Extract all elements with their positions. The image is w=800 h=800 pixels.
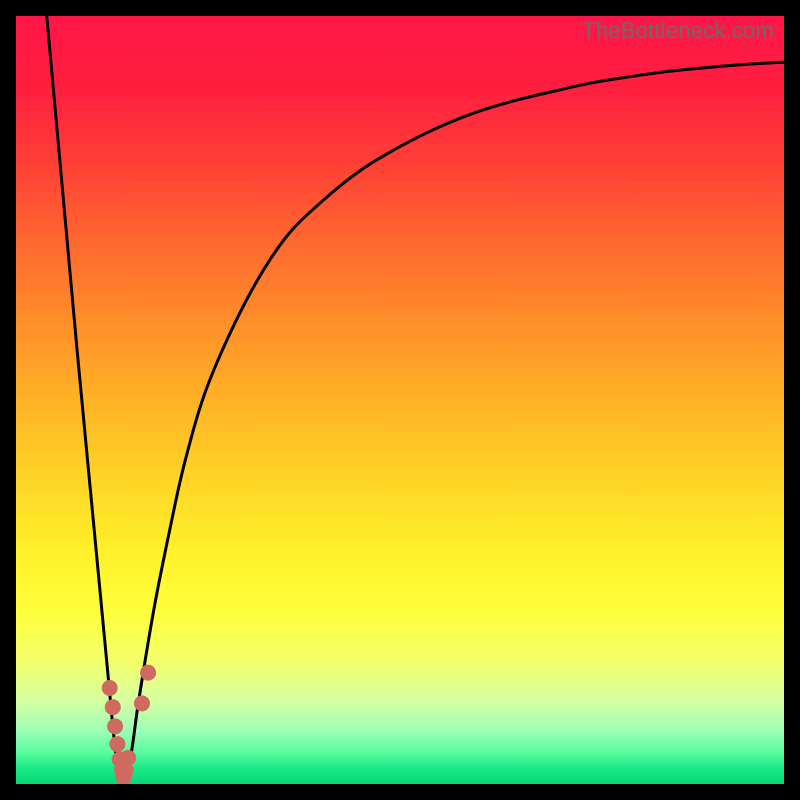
highlight-point <box>120 750 136 766</box>
plot-area: TheBottleneck.com <box>16 16 784 784</box>
highlight-points <box>102 665 156 784</box>
bottleneck-curve <box>47 16 784 784</box>
highlight-point <box>102 680 118 696</box>
highlight-point <box>140 665 156 681</box>
chart-frame: TheBottleneck.com <box>0 0 800 800</box>
chart-svg <box>16 16 784 784</box>
highlight-point <box>105 699 121 715</box>
highlight-point <box>134 695 150 711</box>
highlight-point <box>109 736 125 752</box>
highlight-point <box>107 718 123 734</box>
